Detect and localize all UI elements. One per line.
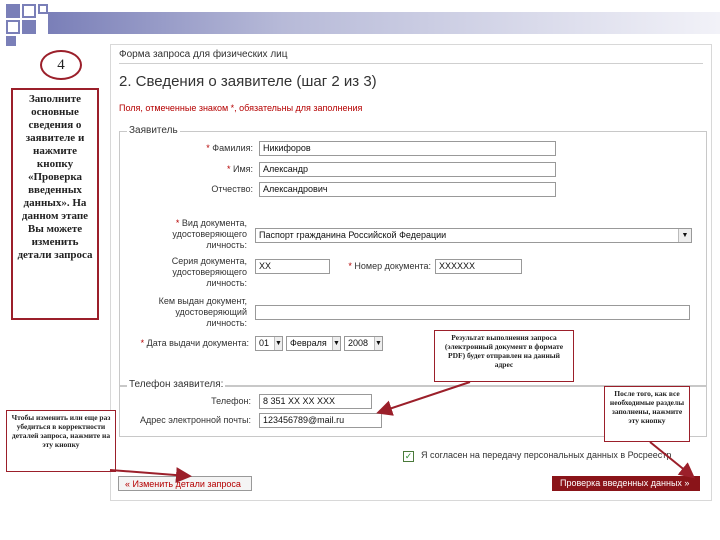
result-arrow [376,381,471,416]
change-arrow [109,467,192,484]
after-arrow [649,441,696,479]
callout-arrows [109,381,696,484]
